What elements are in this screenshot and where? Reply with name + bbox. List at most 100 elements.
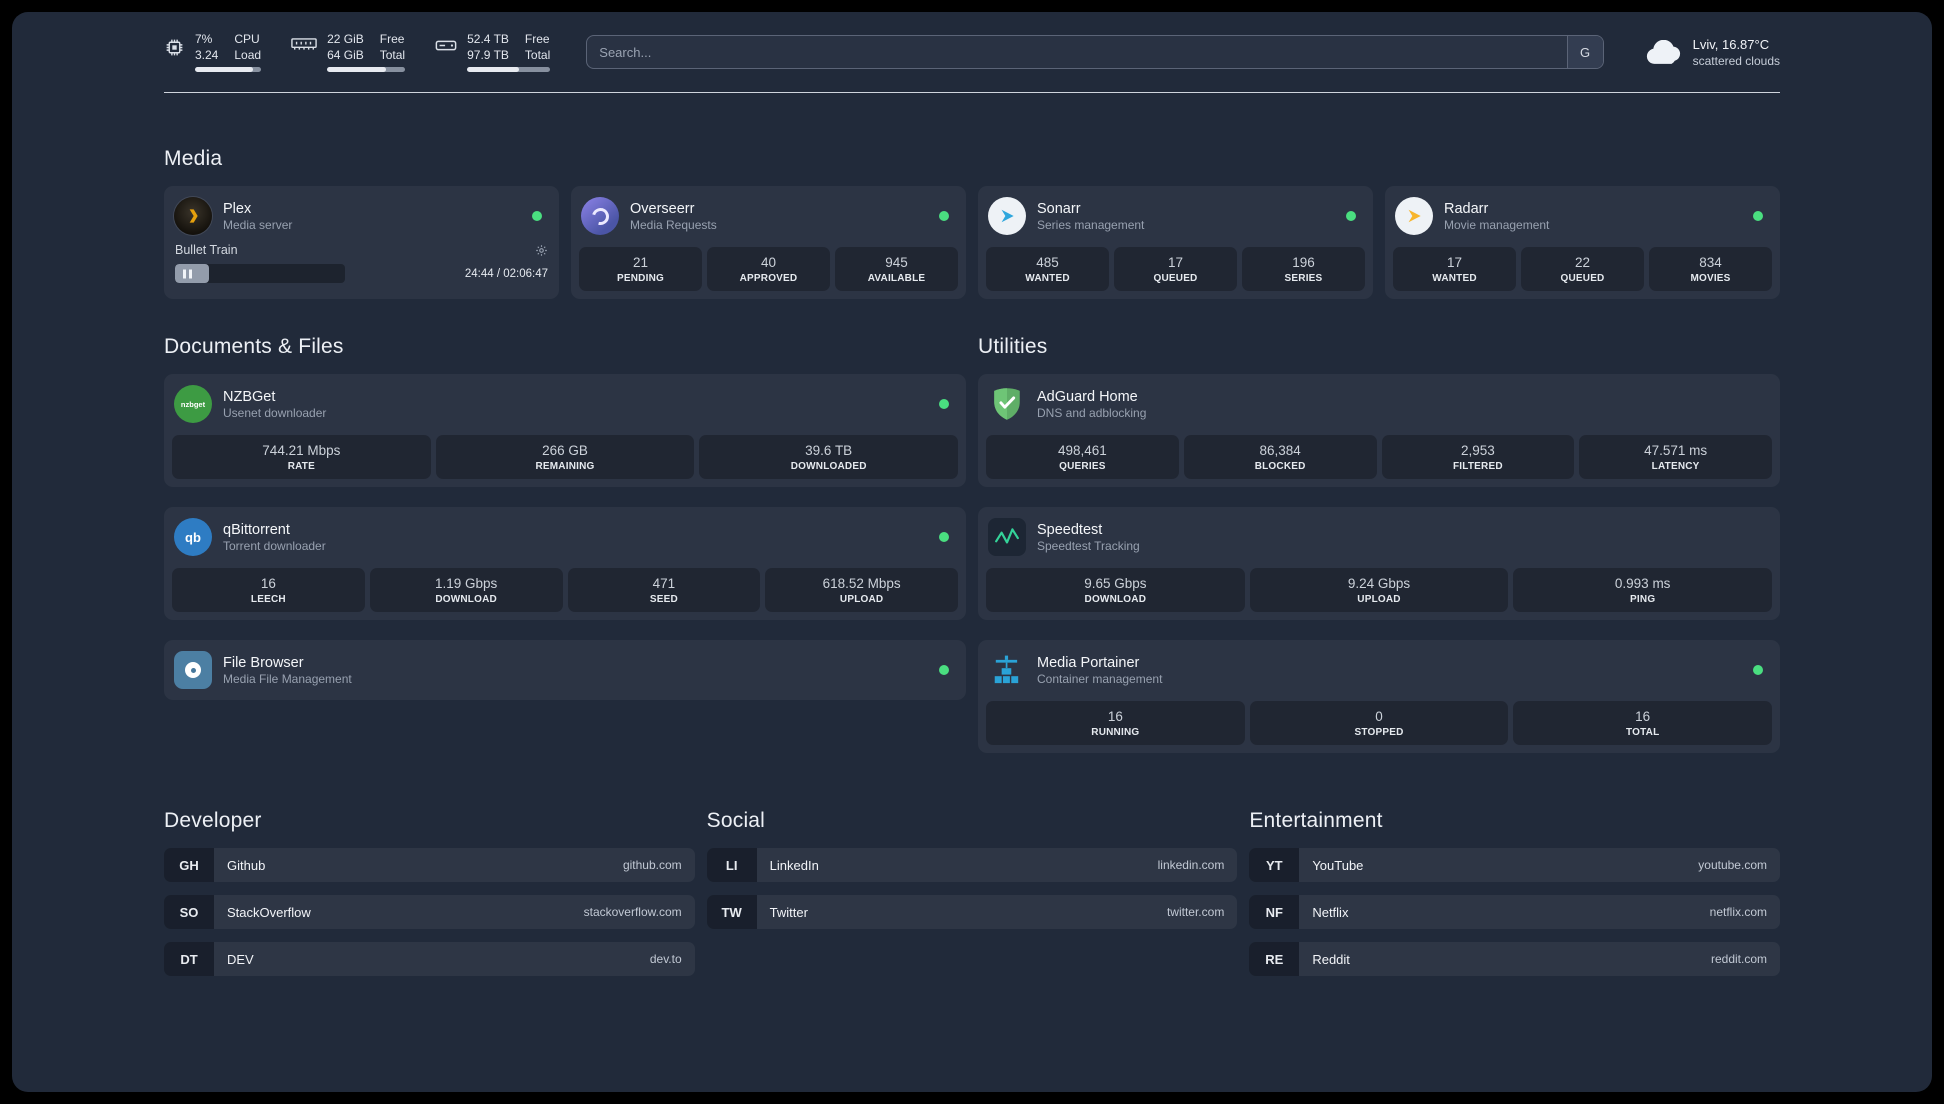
stat: 834 MOVIES <box>1649 247 1772 292</box>
bookmark-twitter[interactable]: TW Twitter twitter.com <box>706 895 1238 930</box>
bookmark-name: DEV <box>227 951 254 967</box>
stat-label: MOVIES <box>1690 273 1731 285</box>
disk-free-value: 52.4 TB <box>467 32 509 46</box>
bookmark-url: linkedin.com <box>1157 858 1225 873</box>
service-desc: Media server <box>223 217 293 232</box>
service-desc: Container management <box>1037 671 1163 686</box>
memory-usage-fill <box>327 67 386 73</box>
bookmark-abbr: LI <box>706 848 757 883</box>
service-card-sonarr[interactable]: Sonarr Series management 485 WANTED 17 Q… <box>978 186 1373 300</box>
stat-value: 196 <box>1292 255 1315 271</box>
bookmark-url: twitter.com <box>1166 905 1225 920</box>
stat: 0 STOPPED <box>1249 701 1509 746</box>
stat: 945 AVAILABLE <box>835 247 958 292</box>
stat-value: 834 <box>1699 255 1722 271</box>
service-name: File Browser <box>223 654 304 671</box>
stat: 86,384 BLOCKED <box>1183 435 1377 480</box>
cloud-icon <box>1644 39 1682 65</box>
service-desc: Media Requests <box>630 217 717 232</box>
stat-value: 266 GB <box>542 443 588 459</box>
stat-label: SERIES <box>1284 273 1323 285</box>
stat: 40 APPROVED <box>707 247 830 292</box>
status-dot <box>939 665 949 676</box>
gear-icon[interactable] <box>535 244 548 257</box>
stat-label: AVAILABLE <box>867 273 926 285</box>
section-documents: Documents & Files nzbget NZBGet Usenet d… <box>164 335 966 701</box>
bookmark-netflix[interactable]: NF Netflix netflix.com <box>1249 895 1780 930</box>
service-desc: Usenet downloader <box>223 405 327 420</box>
memory-free-label: Free <box>379 32 405 46</box>
service-card-plex[interactable]: Plex Media server Bullet Train 24:44 / 0… <box>164 186 559 300</box>
stat-value: 0.993 ms <box>1614 576 1671 592</box>
bookmark-abbr: SO <box>164 895 214 930</box>
stat: 471 SEED <box>567 568 761 613</box>
cpu-label: CPU <box>234 32 260 46</box>
stat-label: UPLOAD <box>839 594 884 606</box>
stat-label: UPLOAD <box>1357 594 1401 606</box>
bookmark-youtube[interactable]: YT YouTube youtube.com <box>1249 848 1780 883</box>
service-card-speedtest[interactable]: Speedtest Speedtest Tracking 9.65 Gbps D… <box>978 507 1780 621</box>
pause-icon[interactable] <box>183 269 192 279</box>
disk-usage-bar <box>467 67 551 73</box>
search-provider-button[interactable]: G <box>1566 36 1603 69</box>
stat: 21 PENDING <box>579 247 702 292</box>
service-card-filebrowser[interactable]: File Browser Media File Management <box>164 640 966 701</box>
stat-value: 471 <box>652 576 676 592</box>
hard-drive-icon <box>435 37 457 54</box>
disk-free-label: Free <box>524 32 550 46</box>
status-dot <box>939 211 949 222</box>
cpu-percent: 7% <box>195 32 213 46</box>
status-dot <box>1346 211 1356 222</box>
bookmarks-social: Social LI LinkedIn linkedin.com TW Twitt… <box>706 809 1238 989</box>
bookmark-reddit[interactable]: RE Reddit reddit.com <box>1249 942 1780 977</box>
stat-value: 21 <box>632 255 649 271</box>
adguard-shield-icon <box>988 385 1026 423</box>
playback-time: 24:44 / 02:06:47 <box>464 267 548 280</box>
stat: 17 QUEUED <box>1114 247 1237 292</box>
bookmark-name: Github <box>227 857 266 873</box>
bookmark-url: netflix.com <box>1709 905 1767 920</box>
stat-value: 485 <box>1036 255 1059 271</box>
bookmark-stackoverflow[interactable]: SO StackOverflow stackoverflow.com <box>164 895 695 930</box>
service-name: AdGuard Home <box>1037 388 1138 405</box>
qbittorrent-icon: qb <box>174 518 212 557</box>
stat-value: 498,461 <box>1057 443 1107 459</box>
sonarr-icon <box>988 197 1026 236</box>
service-card-nzbget[interactable]: nzbget NZBGet Usenet downloader 744.21 M… <box>164 374 966 488</box>
search-input[interactable] <box>586 35 1604 70</box>
service-name: qBittorrent <box>223 521 290 538</box>
playback-progress-bar[interactable] <box>175 264 345 284</box>
service-card-adguard[interactable]: AdGuard Home DNS and adblocking 498,461 … <box>978 374 1780 488</box>
stat-label: RUNNING <box>1091 727 1140 739</box>
stat-value: 16 <box>1635 709 1651 725</box>
bookmark-abbr: RE <box>1249 942 1300 977</box>
service-name: Overseerr <box>630 200 695 217</box>
section-title-utilities: Utilities <box>978 335 1048 359</box>
service-card-radarr[interactable]: Radarr Movie management 17 WANTED 22 QUE… <box>1385 186 1780 300</box>
service-name: Media Portainer <box>1037 654 1140 671</box>
bookmark-github[interactable]: GH Github github.com <box>164 848 695 883</box>
stat-label: LATENCY <box>1651 461 1700 473</box>
memory-free-value: 22 GiB <box>327 32 364 46</box>
bookmark-abbr: TW <box>706 895 757 930</box>
service-card-qbittorrent[interactable]: qb qBittorrent Torrent downloader 16 LEE… <box>164 507 966 621</box>
stat: 1.19 Gbps DOWNLOAD <box>369 568 563 613</box>
stat-label: RATE <box>287 461 315 473</box>
bookmark-dev[interactable]: DT DEV dev.to <box>164 942 695 977</box>
stat-value: 17 <box>1446 255 1463 271</box>
bookmarks-entertainment: Entertainment YT YouTube youtube.com NF … <box>1249 809 1780 989</box>
bookmark-linkedin[interactable]: LI LinkedIn linkedin.com <box>706 848 1238 883</box>
filebrowser-icon <box>174 651 212 690</box>
bookmark-name: LinkedIn <box>769 857 819 873</box>
service-card-overseerr[interactable]: Overseerr Media Requests 21 PENDING 40 A… <box>571 186 966 300</box>
section-media: Media Plex Media server Bullet Train 24:… <box>164 147 1780 300</box>
service-name: NZBGet <box>223 388 276 405</box>
bookmark-abbr: GH <box>164 848 214 883</box>
stat-value: 47.571 ms <box>1644 443 1708 459</box>
overseerr-icon <box>581 197 619 236</box>
service-card-portainer[interactable]: Media Portainer Container management 16 … <box>978 640 1780 754</box>
service-name: Sonarr <box>1037 200 1081 217</box>
bookmark-name: Netflix <box>1312 904 1349 920</box>
memory-widget: 22 GiB Free 64 GiB Total <box>291 32 406 73</box>
cpu-chip-icon <box>164 37 185 58</box>
